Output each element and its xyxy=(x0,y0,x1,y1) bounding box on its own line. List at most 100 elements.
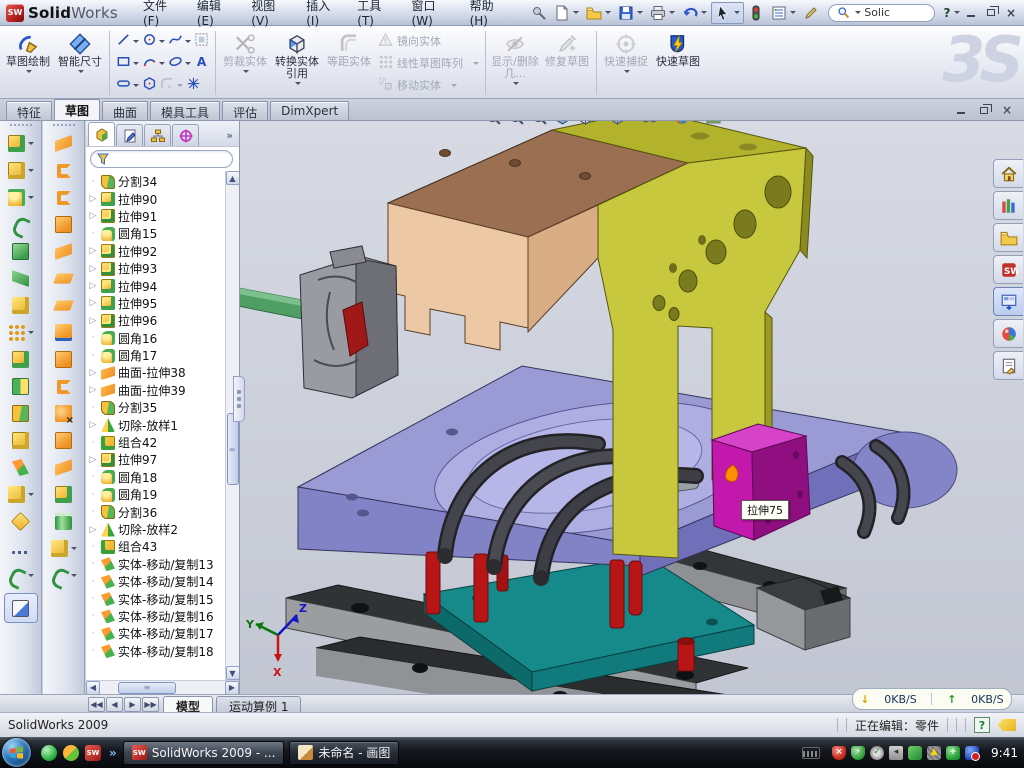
open-document-button[interactable] xyxy=(583,3,614,23)
security-suite-icon[interactable] xyxy=(63,745,79,761)
replace-face-tool[interactable] xyxy=(43,427,84,454)
ruled-surface-tool[interactable] xyxy=(43,454,84,481)
featuremanager-tab[interactable] xyxy=(88,122,115,146)
help-dropdown-icon[interactable] xyxy=(954,11,960,14)
indent-tool[interactable] xyxy=(0,427,41,454)
tree-vscroll-thumb[interactable]: ≡ xyxy=(227,413,239,485)
window-close-button[interactable]: × xyxy=(1002,4,1020,21)
sk-ellipse-button[interactable] xyxy=(167,53,192,73)
dropdown-icon[interactable] xyxy=(451,84,457,87)
menu-item[interactable]: 编辑(E) xyxy=(188,0,240,31)
tree-vertical-scrollbar[interactable]: ▲ ≡ ▼ xyxy=(225,171,239,680)
feature-tree-item[interactable]: ▷拉伸92 xyxy=(88,243,225,260)
doc-minimize-button[interactable] xyxy=(952,103,970,117)
sketch-tool-dropdown-icon[interactable] xyxy=(28,493,34,496)
boss-extrude-dropdown-icon[interactable] xyxy=(28,142,34,145)
menu-item[interactable]: 文件(F) xyxy=(134,0,186,31)
expand-icon[interactable]: ▷ xyxy=(88,525,98,535)
dropdown-icon[interactable] xyxy=(473,62,479,65)
feature-tree-item[interactable]: ·圆角18 xyxy=(88,469,225,486)
dropdown-icon[interactable] xyxy=(78,70,84,73)
menu-item[interactable]: 插入(I) xyxy=(297,0,346,31)
feature-tree-item[interactable]: ·圆角19 xyxy=(88,486,225,503)
part-clamp[interactable] xyxy=(300,246,398,398)
expand-icon[interactable]: ▷ xyxy=(88,368,98,378)
warning-tray-icon[interactable]: ▲ xyxy=(927,746,941,760)
swept-surface-tool[interactable] xyxy=(43,130,84,157)
sk-slot-button[interactable] xyxy=(115,75,140,95)
dropdown-icon[interactable] xyxy=(177,84,183,87)
expand-icon[interactable]: ▷ xyxy=(88,281,98,291)
cut-extrude-tool[interactable] xyxy=(0,157,41,184)
spline-surface-dropdown-icon[interactable] xyxy=(71,574,77,577)
feature-tree-item[interactable]: ▷拉伸94 xyxy=(88,277,225,294)
feature-tree-item[interactable]: ▷切除-放样2 xyxy=(88,521,225,538)
configurationmanager-tab[interactable] xyxy=(144,124,171,146)
feature-tree-item[interactable]: ·圆角17 xyxy=(88,347,225,364)
commandmanager-tab[interactable]: 特征 xyxy=(6,101,52,120)
updater-tray-icon[interactable]: ✓ xyxy=(870,746,884,760)
doc-tab-model[interactable]: 模型 xyxy=(163,696,213,712)
feature-tree-item[interactable]: ·组合43 xyxy=(88,538,225,555)
offset-surface-tool[interactable] xyxy=(43,265,84,292)
linear-pattern-dropdown-icon[interactable] xyxy=(28,331,34,334)
select-cursor-dropdown-icon[interactable] xyxy=(734,11,740,14)
shell-tool[interactable] xyxy=(0,238,41,265)
sk-rect-button[interactable] xyxy=(115,53,140,73)
feature-tree-item[interactable]: ▷曲面-拉伸39 xyxy=(88,382,225,399)
pin-toolbar-button[interactable] xyxy=(528,3,550,23)
extend-surface-tool[interactable] xyxy=(43,373,84,400)
expand-icon[interactable]: ▷ xyxy=(88,298,98,308)
feature-tree-item[interactable]: ·分割35 xyxy=(88,399,225,416)
spline-tool-tool[interactable] xyxy=(0,562,41,589)
delete-body-tool[interactable] xyxy=(0,292,41,319)
tree-filter-input[interactable] xyxy=(90,150,233,168)
feature-tree-item[interactable]: ·圆角16 xyxy=(88,330,225,347)
sk-circle-button[interactable] xyxy=(141,31,166,51)
combine-bodies-tool[interactable] xyxy=(0,346,41,373)
boss-extrude-tool[interactable] xyxy=(0,130,41,157)
dropdown-icon[interactable] xyxy=(133,40,139,43)
custom-properties-tab[interactable] xyxy=(993,351,1023,380)
annotate-button[interactable] xyxy=(800,3,822,23)
undo-dropdown-icon[interactable] xyxy=(701,11,707,14)
measure-tool[interactable] xyxy=(4,593,38,623)
next-tab-button[interactable]: ▶ xyxy=(124,697,141,712)
plane-tool[interactable] xyxy=(0,508,41,535)
feature-tree-item[interactable]: ·组合42 xyxy=(88,434,225,451)
save-document-dropdown-icon[interactable] xyxy=(637,11,643,14)
move-copy-body-tool[interactable] xyxy=(0,454,41,481)
toolbox-tab[interactable]: SW xyxy=(993,255,1023,284)
print-document-button[interactable] xyxy=(647,3,678,23)
feature-tree-item[interactable]: ▷拉伸91 xyxy=(88,208,225,225)
panel-splitter-handle[interactable] xyxy=(233,376,245,422)
new-document-button[interactable] xyxy=(551,3,582,23)
menu-item[interactable]: 视图(V) xyxy=(242,0,295,31)
search-scope-dropdown-icon[interactable] xyxy=(855,11,861,14)
expand-icon[interactable]: ▷ xyxy=(88,455,98,465)
feature-tree-item[interactable]: ·实体-移动/复制16 xyxy=(88,608,225,625)
tree-hscroll-thumb[interactable]: ≡ xyxy=(118,682,176,694)
taskbar-window-solidworks[interactable]: SWSolidWorks 2009 - ... xyxy=(123,741,285,765)
graphics-viewport[interactable]: Y Z X SW 拉伸75 xyxy=(240,121,1024,694)
scroll-right-icon[interactable]: ▶ xyxy=(225,681,239,695)
dropdown-icon[interactable] xyxy=(159,40,165,43)
feature-tree-item[interactable]: ·实体-移动/复制18 xyxy=(88,643,225,660)
feature-tree-item[interactable]: ▷拉伸95 xyxy=(88,295,225,312)
cut-extrude-dropdown-icon[interactable] xyxy=(28,169,34,172)
menu-item[interactable]: 窗口(W) xyxy=(403,0,459,31)
doc-close-button[interactable]: × xyxy=(998,103,1016,117)
thicken-tool[interactable] xyxy=(43,346,84,373)
feature-tree-item[interactable]: ▷拉伸97 xyxy=(88,451,225,468)
new-document-dropdown-icon[interactable] xyxy=(573,11,579,14)
split-tool[interactable] xyxy=(0,400,41,427)
feature-tree-item[interactable]: ·实体-移动/复制13 xyxy=(88,556,225,573)
scroll-left-icon[interactable]: ◀ xyxy=(86,681,100,695)
appearances-scenes-tab[interactable] xyxy=(993,319,1023,348)
expand-icon[interactable]: ▷ xyxy=(88,246,98,256)
print-document-dropdown-icon[interactable] xyxy=(669,11,675,14)
rebuild-button[interactable] xyxy=(745,3,767,23)
scroll-up-icon[interactable]: ▲ xyxy=(226,171,240,185)
dropdown-icon[interactable] xyxy=(133,62,139,65)
feature-tree-item[interactable]: ▷曲面-拉伸38 xyxy=(88,364,225,381)
